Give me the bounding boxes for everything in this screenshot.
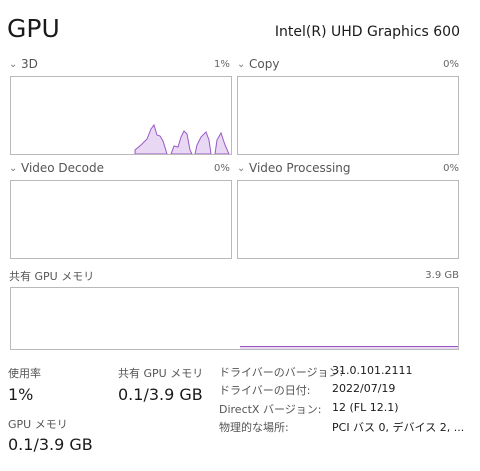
adapter-name: Intel(R) UHD Graphics 600	[274, 24, 460, 40]
physical-location-value: PCI バス 0, デバイス 2, ...	[332, 421, 465, 434]
shared-memory-graph-svg	[240, 346, 458, 349]
directx-version-value: 12 (FL 12.1)	[332, 401, 399, 414]
chevron-down-icon: ⌄	[237, 162, 246, 174]
gpu-memory-label: GPU メモリ	[8, 418, 68, 431]
engine-copy-percent: 0%	[443, 59, 459, 70]
directx-version-key: DirectX バージョン:	[219, 403, 322, 416]
engine-3d-graph	[10, 76, 232, 155]
chevron-down-icon: ⌄	[9, 162, 18, 174]
engine-3d-label: 3D	[21, 57, 38, 71]
engine-video-processing-percent: 0%	[443, 163, 459, 174]
engine-copy-graph	[237, 76, 459, 155]
driver-date-value: 2022/07/19	[332, 382, 396, 395]
utilization-value: 1%	[8, 385, 34, 404]
physical-location-key: 物理的な場所:	[219, 421, 289, 434]
utilization-label: 使用率	[8, 367, 41, 380]
engine-video-decode-selector[interactable]: ⌄ Video Decode	[9, 161, 104, 175]
shared-memory-max: 3.9 GB	[425, 270, 459, 281]
shared-memory-label: 共有 GPU メモリ	[9, 270, 95, 283]
engine-video-decode-graph	[10, 180, 232, 259]
engine-video-processing-selector[interactable]: ⌄ Video Processing	[237, 161, 351, 175]
chevron-down-icon: ⌄	[9, 58, 18, 70]
engine-3d-graph-svg	[134, 123, 230, 154]
engine-3d-selector[interactable]: ⌄ 3D	[9, 57, 38, 71]
engine-video-decode-label: Video Decode	[21, 161, 104, 175]
driver-version-value: 31.0.101.2111	[332, 364, 413, 377]
shared-gpu-memory-label: 共有 GPU メモリ	[118, 367, 204, 380]
gpu-memory-value: 0.1/3.9 GB	[8, 435, 93, 454]
engine-video-decode-percent: 0%	[214, 163, 230, 174]
engine-video-processing-graph	[237, 180, 459, 259]
shared-gpu-memory-value: 0.1/3.9 GB	[118, 385, 203, 404]
driver-version-key: ドライバーのバージョン:	[219, 366, 344, 379]
page-title: GPU	[7, 14, 60, 43]
engine-copy-label: Copy	[249, 57, 280, 71]
engine-3d-percent: 1%	[214, 59, 230, 70]
shared-memory-graph	[10, 287, 459, 350]
driver-date-key: ドライバーの日付:	[219, 384, 311, 397]
engine-video-processing-label: Video Processing	[249, 161, 351, 175]
engine-copy-selector[interactable]: ⌄ Copy	[237, 57, 279, 71]
engine-3d-usage-area	[134, 123, 230, 154]
chevron-down-icon: ⌄	[237, 58, 246, 70]
